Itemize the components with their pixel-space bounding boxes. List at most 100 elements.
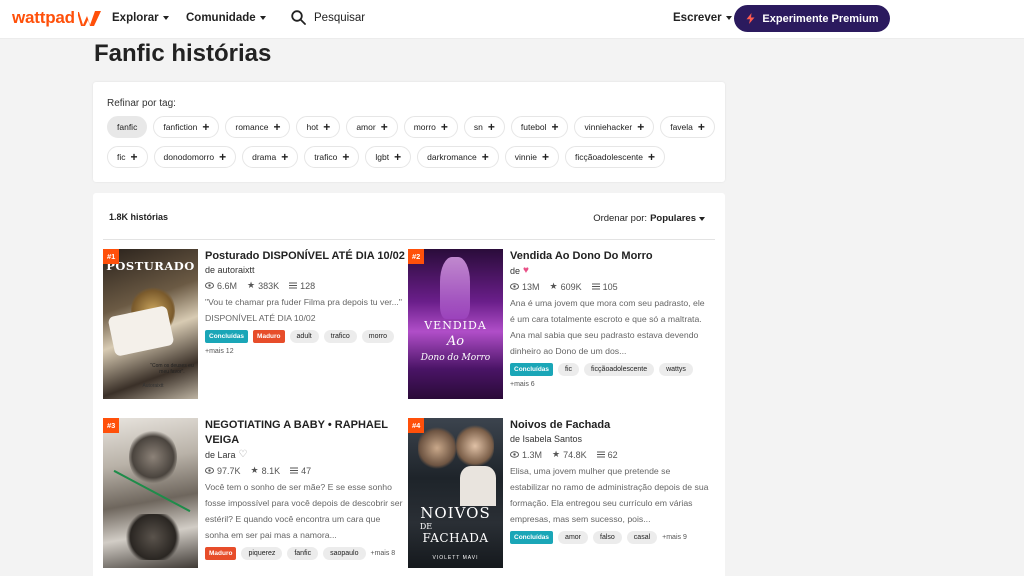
tag-row-2: fic + donodomorro + drama + trafico + lgbt + … bbox=[107, 146, 666, 168]
tag-chip[interactable]: lgbt + bbox=[365, 146, 412, 168]
tag-chip[interactable]: romance + bbox=[225, 116, 291, 138]
story-cover[interactable]: #3 bbox=[103, 418, 198, 568]
sort-dropdown[interactable]: Ordenar por: Populares bbox=[593, 213, 705, 224]
heart-icon: ♥ bbox=[523, 265, 529, 276]
complete-badge: Concluídas bbox=[205, 330, 249, 343]
story-tag[interactable]: piquerez bbox=[241, 547, 283, 560]
story-tag[interactable]: saopaulo bbox=[323, 547, 366, 560]
plus-icon: + bbox=[697, 120, 705, 134]
cover-caption: "Com os deuses eu meu favor". bbox=[150, 363, 194, 375]
story-author[interactable]: de ♥ bbox=[510, 265, 710, 276]
story-card[interactable]: #1 POSTURADO "Com os deuses eu meu favor… bbox=[103, 249, 405, 399]
chevron-down-icon bbox=[725, 16, 732, 20]
tag-chip[interactable]: fanfic bbox=[107, 116, 148, 138]
tag-chip[interactable]: trafico + bbox=[304, 146, 360, 168]
story-tag[interactable]: morro bbox=[361, 330, 395, 343]
tag-chip[interactable]: amor + bbox=[346, 116, 398, 138]
complete-badge: Concluídas bbox=[510, 531, 554, 544]
tag-chip[interactable]: sn + bbox=[463, 116, 505, 138]
plus-icon: + bbox=[273, 120, 281, 134]
votes-count: 609K bbox=[560, 281, 582, 292]
cover-subtitle: Ao bbox=[446, 334, 465, 349]
story-card[interactable]: #3 NEGOTIATING A BABY • RAPHAEL VEIGA de… bbox=[103, 418, 403, 568]
story-card[interactable]: #2 VENDIDA Ao Dono do Morro Vendida Ao D… bbox=[408, 249, 708, 399]
search-bar[interactable]: Pesquisar bbox=[291, 10, 365, 25]
explore-menu[interactable]: Explorar bbox=[112, 12, 169, 24]
premium-button[interactable]: Experimente Premium bbox=[734, 5, 890, 32]
cover-art bbox=[129, 428, 177, 486]
tag-chip[interactable]: futebol + bbox=[510, 116, 569, 138]
story-stats: 1.3M ★ 74.8K 62 bbox=[510, 449, 710, 460]
chevron-down-icon bbox=[699, 216, 705, 221]
write-menu[interactable]: Escrever bbox=[673, 12, 732, 24]
story-tag[interactable]: ficçãoadolescente bbox=[584, 363, 655, 376]
tag-chip[interactable]: fanfiction + bbox=[153, 116, 220, 138]
lightning-icon bbox=[746, 13, 755, 24]
list-icon bbox=[290, 467, 299, 474]
cover-subtitle: DE bbox=[419, 522, 433, 531]
story-tags: Concluídas amor falso casal +mais 9 bbox=[510, 531, 710, 544]
story-title[interactable]: NEGOTIATING A BABY • RAPHAEL VEIGA bbox=[205, 418, 405, 448]
story-tag[interactable]: fanfic bbox=[287, 547, 319, 560]
story-tag[interactable]: casal bbox=[626, 531, 658, 544]
list-icon bbox=[591, 283, 600, 290]
story-title[interactable]: Noivos de Fachada bbox=[510, 418, 710, 433]
mature-badge: Maduro bbox=[205, 547, 237, 560]
community-menu[interactable]: Comunidade bbox=[186, 12, 266, 24]
story-tag[interactable]: adult bbox=[289, 330, 319, 343]
tag-chip[interactable]: drama + bbox=[242, 146, 299, 168]
story-stats: 6.6M ★ 383K 128 bbox=[205, 280, 405, 291]
wattpad-logo[interactable]: wattpad bbox=[12, 8, 102, 28]
story-info: Vendida Ao Dono Do Morro de ♥ 13M ★ 609K 1… bbox=[510, 249, 710, 388]
rank-badge: #2 bbox=[408, 249, 425, 264]
story-author[interactable]: de Lara ♡ bbox=[205, 449, 405, 460]
story-author[interactable]: de Isabela Santos bbox=[510, 434, 710, 444]
tag-chip[interactable]: hot + bbox=[296, 116, 341, 138]
star-icon: ★ bbox=[552, 449, 561, 459]
sort-value: Populares bbox=[650, 213, 696, 224]
story-tag[interactable]: wattys bbox=[659, 363, 693, 376]
list-icon bbox=[596, 451, 605, 458]
votes-count: 8.1K bbox=[261, 465, 281, 476]
tag-chip[interactable]: darkromance + bbox=[417, 146, 499, 168]
story-title[interactable]: Vendida Ao Dono Do Morro bbox=[510, 249, 710, 264]
story-author[interactable]: de autoraixtt bbox=[205, 265, 405, 275]
heart-outline-icon: ♡ bbox=[238, 449, 248, 460]
more-tags-link[interactable]: +mais 6 bbox=[510, 381, 710, 388]
story-description: "Vou te chamar pra fuder Filma pra depoi… bbox=[205, 297, 402, 323]
tag-chip[interactable]: fic + bbox=[107, 146, 148, 168]
refine-label: Refinar por tag: bbox=[107, 98, 176, 109]
eye-icon bbox=[205, 467, 214, 474]
story-cover[interactable]: #4 NOIVOS DE FACHADA VIOLETT MAVI bbox=[408, 418, 503, 568]
logo-text: wattpad bbox=[12, 8, 75, 27]
story-cover[interactable]: #2 VENDIDA Ao Dono do Morro bbox=[408, 249, 503, 399]
cover-title: NOIVOS bbox=[420, 504, 491, 522]
more-tags-link[interactable]: +mais 12 bbox=[205, 348, 405, 355]
story-tag[interactable]: trafico bbox=[323, 330, 357, 343]
more-tags-link[interactable]: +mais 8 bbox=[371, 550, 396, 557]
plus-icon: + bbox=[487, 120, 495, 134]
list-icon bbox=[289, 282, 298, 289]
story-tag[interactable]: falso bbox=[593, 531, 622, 544]
story-tag[interactable]: fic bbox=[558, 363, 580, 376]
more-tags-link[interactable]: +mais 9 bbox=[662, 534, 687, 541]
cover-author: Autoraixtt bbox=[142, 383, 164, 389]
plus-icon: + bbox=[394, 150, 402, 164]
rank-badge: #1 bbox=[103, 249, 120, 264]
reads-count: 1.3M bbox=[522, 449, 543, 460]
tag-chip[interactable]: morro + bbox=[403, 116, 458, 138]
tag-chip[interactable]: vinniehacker + bbox=[574, 116, 655, 138]
results-panel: 1.8K histórias Ordenar por: Populares #1… bbox=[93, 193, 725, 576]
reads-count: 13M bbox=[522, 281, 540, 292]
tag-row-1: fanfic fanfiction + romance + hot + amor + m… bbox=[107, 116, 715, 138]
tag-chip[interactable]: favela + bbox=[660, 116, 715, 138]
divider bbox=[103, 239, 715, 240]
tag-chip[interactable]: vinnie + bbox=[504, 146, 559, 168]
story-cover[interactable]: #1 POSTURADO "Com os deuses eu meu favor… bbox=[103, 249, 198, 399]
story-title[interactable]: Posturado DISPONÍVEL ATÉ DIA 10/02 bbox=[205, 249, 405, 264]
cover-art bbox=[440, 257, 470, 319]
tag-chip[interactable]: ficçãoadolescente + bbox=[564, 146, 666, 168]
tag-chip[interactable]: donodomorro + bbox=[153, 146, 237, 168]
story-card[interactable]: #4 NOIVOS DE FACHADA VIOLETT MAVI Noivos… bbox=[408, 418, 708, 568]
story-tag[interactable]: amor bbox=[558, 531, 588, 544]
